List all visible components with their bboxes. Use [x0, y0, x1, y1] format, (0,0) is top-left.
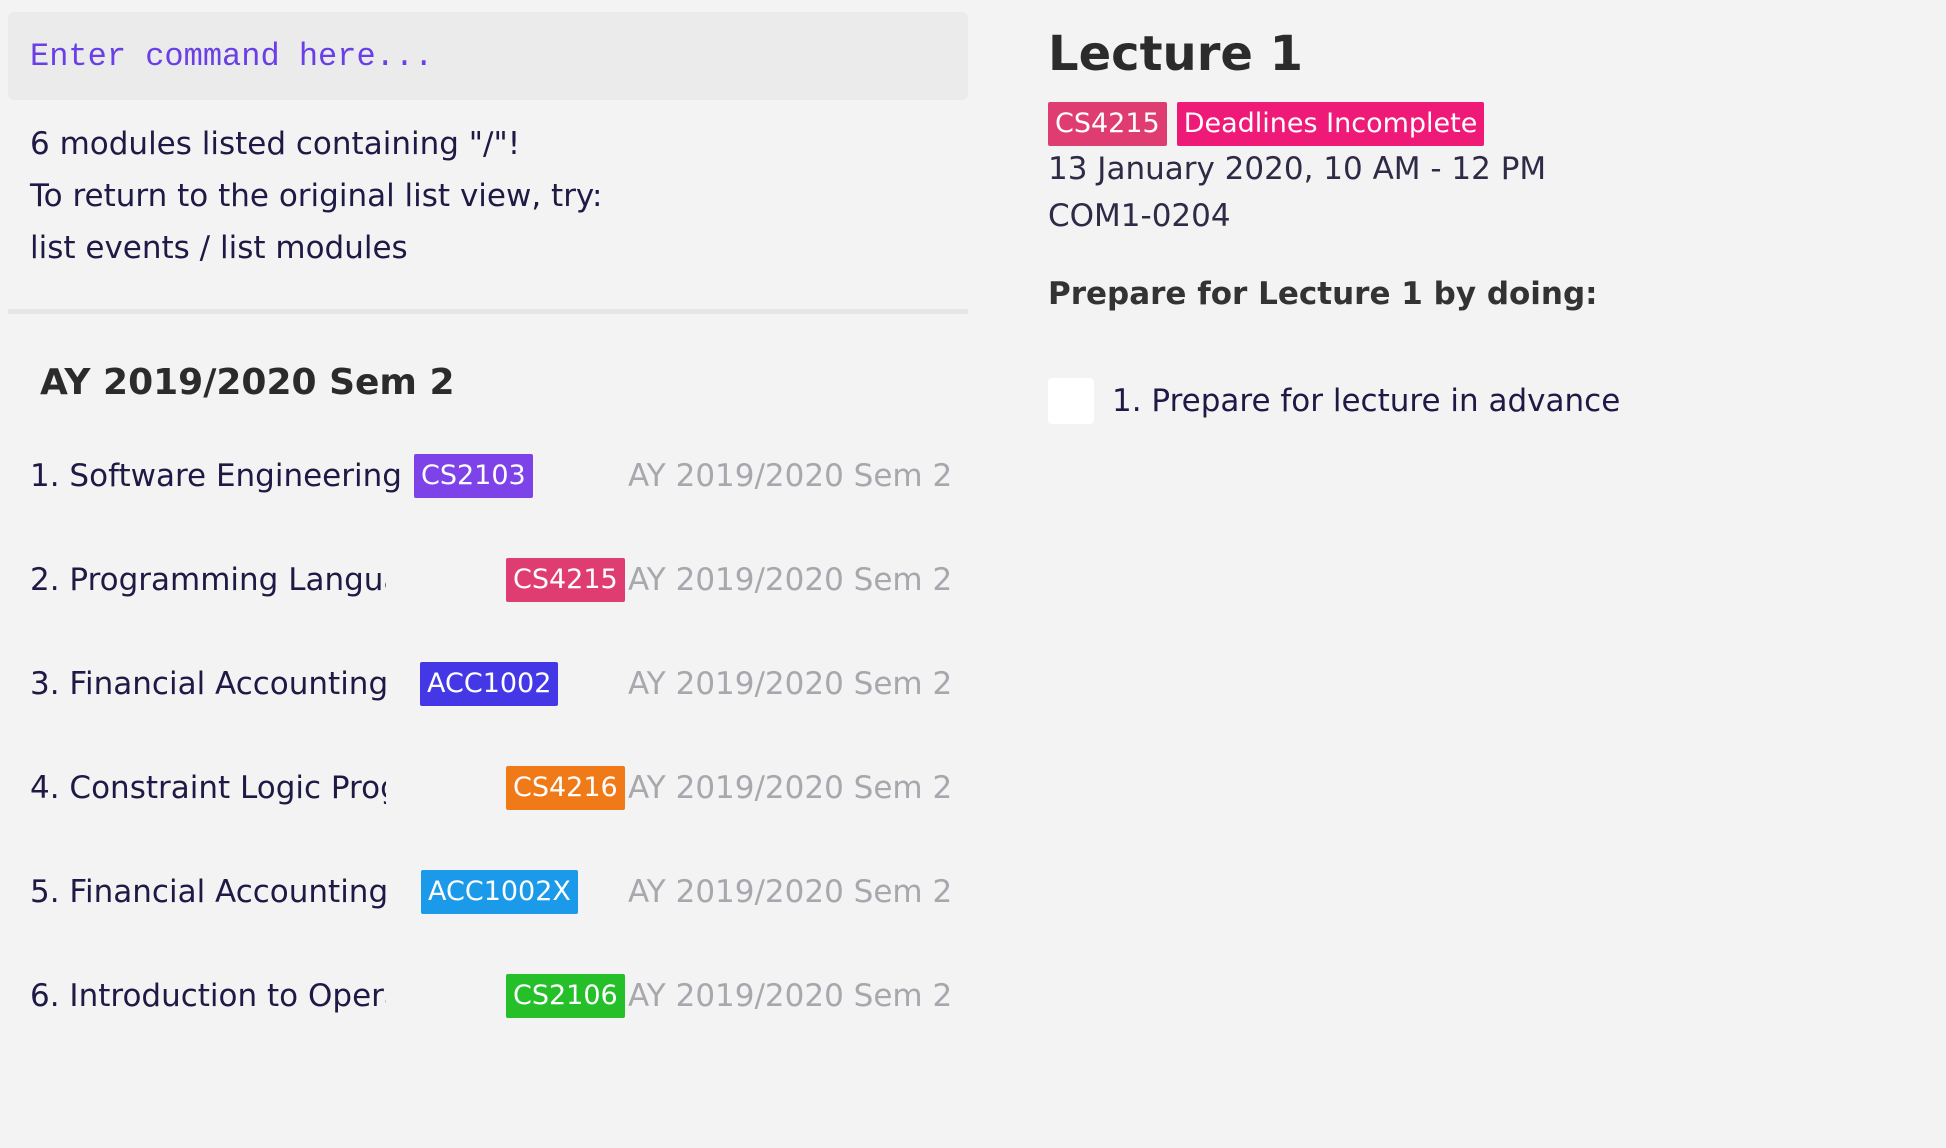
task-checkbox[interactable] [1048, 378, 1094, 424]
module-row[interactable]: 4. Constraint Logic Progra... CS4216 AY … [8, 746, 968, 850]
module-code-tag: CS4216 [506, 766, 625, 810]
module-semester: AY 2019/2020 Sem 2 [628, 666, 953, 702]
module-semester: AY 2019/2020 Sem 2 [628, 978, 953, 1014]
module-row[interactable]: 1. Software Engineering CS2103 AY 2019/2… [8, 434, 968, 538]
semester-title: AY 2019/2020 Sem 2 [40, 362, 455, 403]
left-panel: 6 modules listed containing "/"! To retu… [8, 12, 968, 1132]
prepare-title: Prepare for Lecture 1 by doing: [1048, 276, 1598, 312]
app-window: 6 modules listed containing "/"! To retu… [0, 0, 1946, 1148]
module-code-tag: ACC1002X [421, 870, 578, 914]
task-label: 1. Prepare for lecture in advance [1112, 383, 1621, 419]
event-datetime: 13 January 2020, 10 AM - 12 PM [1048, 151, 1547, 187]
deadline-status-tag: Deadlines Incomplete [1176, 102, 1485, 146]
event-module-tag: CS4215 [1048, 102, 1167, 146]
result-display: 6 modules listed containing "/"! To retu… [8, 100, 968, 314]
event-tags: CS4215 Deadlines Incomplete [1048, 102, 1898, 146]
module-row[interactable]: 2. Programming Language ... CS4215 AY 20… [8, 538, 968, 642]
module-name: 2. Programming Language ... [30, 562, 386, 598]
command-input[interactable] [8, 36, 968, 76]
event-title: Lecture 1 [1048, 26, 1304, 82]
module-code-tag: CS4215 [506, 558, 625, 602]
module-code-tag: CS2106 [506, 974, 625, 1018]
module-semester: AY 2019/2020 Sem 2 [628, 770, 953, 806]
command-box[interactable] [8, 12, 968, 100]
event-location: COM1-0204 [1048, 198, 1231, 234]
module-semester: AY 2019/2020 Sem 2 [628, 562, 953, 598]
result-line-1: 6 modules listed containing "/"! [30, 126, 521, 162]
module-row[interactable]: 3. Financial Accounting ACC1002 AY 2019/… [8, 642, 968, 746]
module-row[interactable]: 5. Financial Accounting ACC1002X AY 2019… [8, 850, 968, 954]
result-line-2: To return to the original list view, try… [30, 178, 603, 214]
module-code-tag: ACC1002 [420, 662, 559, 706]
module-list: 1. Software Engineering CS2103 AY 2019/2… [8, 434, 968, 1058]
result-line-3: list events / list modules [30, 230, 408, 266]
module-name: 6. Introduction to Operatin... [30, 978, 386, 1014]
module-code-tag: CS2103 [414, 454, 533, 498]
event-detail-panel: Lecture 1 CS4215 Deadlines Incomplete 13… [1048, 22, 1898, 424]
module-semester: AY 2019/2020 Sem 2 [628, 874, 953, 910]
module-semester: AY 2019/2020 Sem 2 [628, 458, 953, 494]
task-row: 1. Prepare for lecture in advance [1048, 378, 1898, 424]
module-row[interactable]: 6. Introduction to Operatin... CS2106 AY… [8, 954, 968, 1058]
module-name: 4. Constraint Logic Progra... [30, 770, 386, 806]
